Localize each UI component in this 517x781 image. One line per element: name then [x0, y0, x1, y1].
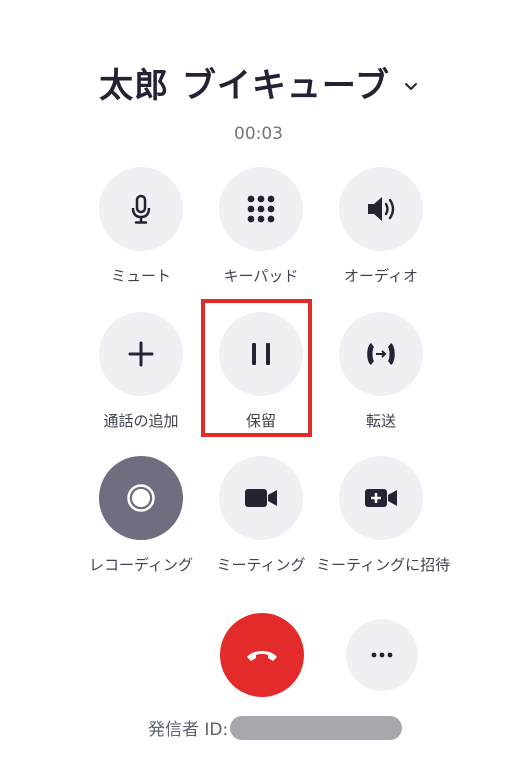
call-timer: 00:03	[234, 124, 283, 144]
record-control[interactable]: レコーディング	[76, 456, 206, 575]
meeting-control[interactable]: ミーティング	[196, 456, 326, 575]
transfer-icon	[367, 343, 395, 365]
record-icon	[127, 484, 155, 512]
meeting-button[interactable]	[219, 456, 303, 540]
microphone-icon	[131, 194, 151, 224]
audio-control[interactable]: オーディオ	[316, 167, 446, 286]
add-call-control[interactable]: 通話の追加	[76, 312, 206, 431]
add-call-button[interactable]	[99, 312, 183, 396]
mute-control[interactable]: ミュート	[76, 167, 206, 286]
invite-meeting-label: ミーティングに招待	[316, 556, 451, 574]
invite-meeting-control[interactable]: ミーティングに招待	[316, 456, 451, 575]
invite-meeting-button[interactable]	[339, 456, 423, 540]
caller-id-redacted-value	[230, 715, 403, 740]
keypad-label: キーパッド	[223, 267, 299, 285]
video-camera-plus-icon	[365, 489, 397, 507]
keypad-button[interactable]	[219, 167, 303, 251]
end-call-button[interactable]	[220, 613, 304, 697]
caller-header: 太郎 ブイキューブ	[0, 58, 517, 107]
keypad-icon	[247, 195, 275, 223]
caller-id-label: 発信者 ID:	[148, 720, 229, 740]
chevron-down-icon[interactable]	[404, 79, 418, 93]
record-button[interactable]	[99, 456, 183, 540]
caller-name: 太郎 ブイキューブ	[99, 66, 390, 106]
audio-label: オーディオ	[344, 267, 418, 285]
mute-label: ミュート	[110, 267, 171, 285]
keypad-control[interactable]: キーパッド	[196, 167, 326, 286]
more-options-button[interactable]	[346, 619, 418, 691]
transfer-control[interactable]: 転送	[316, 312, 446, 431]
mute-button[interactable]	[99, 167, 183, 251]
video-camera-icon	[245, 489, 277, 507]
transfer-label: 転送	[365, 412, 396, 430]
ellipsis-icon	[371, 652, 393, 658]
caller-id-row: 発信者 ID:	[148, 715, 403, 740]
add-call-label: 通話の追加	[103, 412, 179, 430]
hold-highlight-box	[201, 299, 312, 437]
speaker-icon	[368, 197, 395, 221]
record-label: レコーディング	[89, 556, 193, 574]
transfer-button[interactable]	[339, 312, 423, 396]
plus-icon	[128, 341, 154, 367]
audio-button[interactable]	[339, 167, 423, 251]
meeting-label: ミーティング	[216, 556, 306, 574]
phone-hangup-icon	[247, 651, 277, 661]
